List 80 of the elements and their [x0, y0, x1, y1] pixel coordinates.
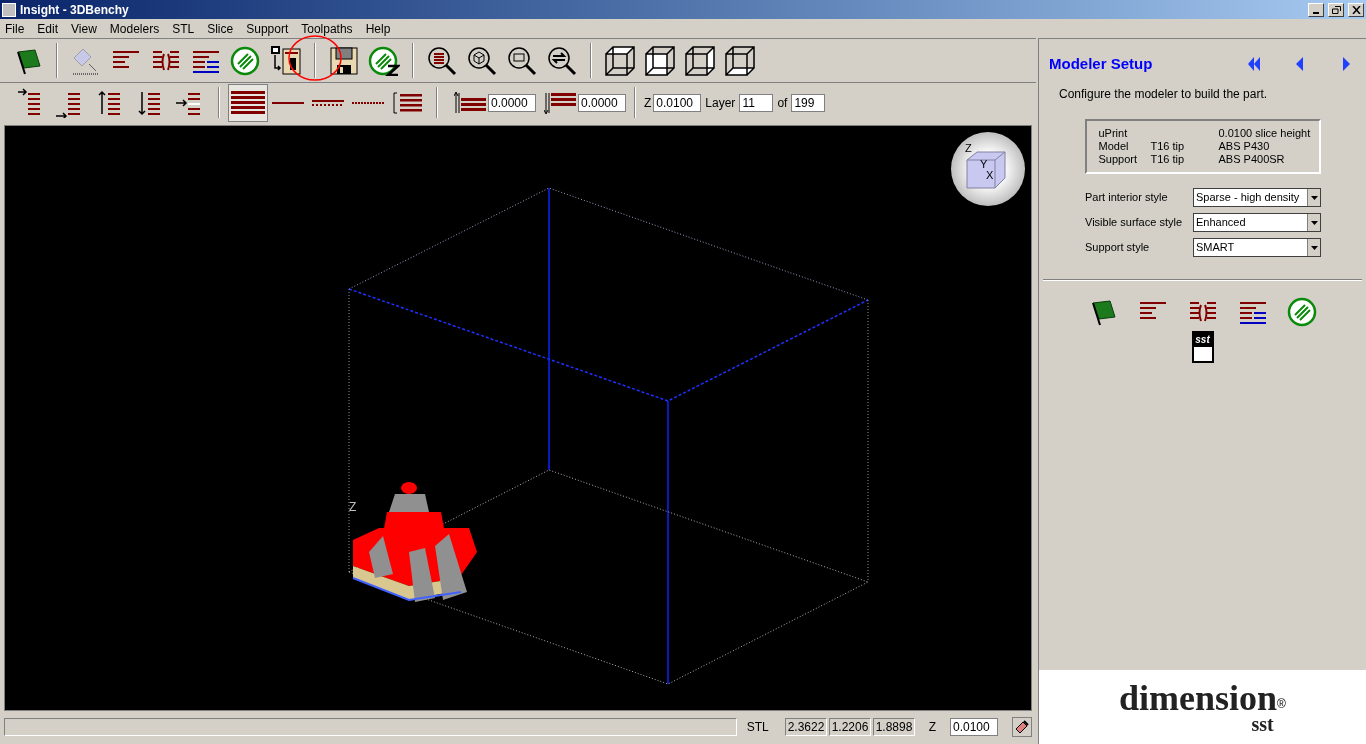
logo-subtitle: sst	[1251, 715, 1274, 733]
setting-label: Support style	[1085, 240, 1151, 256]
dropdown-arrow-icon	[1310, 220, 1318, 225]
stl-label: STL	[746, 719, 769, 736]
info-text: Model	[1098, 140, 1130, 153]
info-text: 0.0100 slice height	[1218, 127, 1311, 140]
cube-icon	[965, 150, 1007, 190]
layer-lines-icon	[1237, 299, 1268, 325]
info-text: ABS P400SR	[1218, 153, 1286, 166]
pencil-eraser-icon	[1014, 719, 1030, 735]
menu-item[interactable]: STL	[172, 19, 195, 38]
cube-view-icon	[723, 43, 757, 78]
z-label: Z	[644, 94, 652, 112]
dotted-line-icon	[352, 99, 384, 106]
number-field[interactable]: 0.0000	[488, 93, 536, 112]
minimize-button[interactable]	[1308, 2, 1324, 17]
menu-item[interactable]: Edit	[37, 19, 59, 38]
view-cube[interactable]: Z Y X	[951, 132, 1025, 206]
cube-view-icon	[603, 43, 637, 78]
info-text: uPrint	[1098, 127, 1129, 140]
number-field[interactable]: 0.0000	[578, 93, 626, 112]
restore-icon	[1331, 5, 1341, 14]
menu-item[interactable]: Slice	[207, 19, 234, 38]
menu-item[interactable]: Modelers	[109, 19, 160, 38]
zoom-icon	[426, 44, 458, 77]
layer-label: Layer	[705, 94, 736, 112]
of-label: of	[777, 94, 788, 112]
close-icon	[1351, 5, 1361, 14]
number-field[interactable]: 0.0100	[950, 718, 998, 736]
registered-mark: ®	[1277, 697, 1286, 713]
bracket-lines-icon	[392, 89, 424, 116]
computer-to-printer-icon	[269, 43, 303, 78]
info-text: Support	[1098, 153, 1139, 166]
coordinate-readout: 2.3622	[784, 718, 827, 736]
cube-view-icon	[683, 43, 717, 78]
layer-style-button[interactable]	[228, 83, 268, 122]
minimize-icon	[1313, 11, 1319, 14]
hatch-circle-icon	[230, 45, 262, 76]
setting-label: Part interior style	[1085, 190, 1169, 206]
setting-dropdown[interactable]: SMART	[1193, 238, 1321, 257]
menu-item[interactable]: View	[71, 19, 97, 38]
cube-view-icon	[643, 43, 677, 78]
z-label: Z	[928, 719, 936, 736]
dropdown-arrow-icon	[1310, 195, 1318, 200]
menu-item[interactable]: Toolpaths	[301, 19, 353, 38]
number-field[interactable]: 11	[739, 93, 774, 112]
info-text: T16 tip	[1150, 140, 1186, 153]
menu-item[interactable]: File	[5, 19, 25, 38]
restore-button[interactable]	[1328, 2, 1344, 17]
panel-title: Modeler Setup	[1049, 53, 1153, 74]
close-button[interactable]	[1348, 2, 1364, 17]
setting-label: Visible surface style	[1085, 215, 1183, 231]
info-text: ABS P430	[1218, 140, 1271, 153]
info-text: T16 tip	[1150, 153, 1186, 166]
z-axis-label: Z	[349, 499, 357, 516]
upper-offset-icon	[454, 90, 488, 115]
hatch-circle-icon	[368, 45, 400, 76]
3d-viewport[interactable]: Z Z Y X	[4, 125, 1032, 711]
panel-description: Configure the modeler to build the part.	[1059, 86, 1269, 103]
sst-button[interactable]: sst	[1191, 331, 1214, 363]
setting-dropdown[interactable]: Enhanced	[1193, 213, 1321, 232]
number-field[interactable]: 199	[791, 93, 826, 112]
number-field[interactable]: 0.0100	[653, 93, 702, 112]
menu-item[interactable]: Help	[365, 19, 391, 38]
hatch-circle-icon	[1286, 297, 1319, 327]
setting-dropdown[interactable]: Sparse - high density	[1193, 188, 1321, 207]
lower-offset-icon	[544, 90, 578, 115]
dropdown-arrow-icon	[1310, 245, 1318, 250]
tool-button[interactable]	[1012, 717, 1032, 737]
logo-wordmark: dimension	[1119, 681, 1278, 715]
coordinate-readout: 1.2206	[828, 718, 871, 736]
app-icon	[2, 2, 16, 17]
coordinate-readout: 1.8898	[872, 718, 915, 736]
menu-item[interactable]: Support	[246, 19, 289, 38]
first-arrow-icon	[1246, 56, 1262, 72]
zoom-icon	[506, 44, 538, 77]
dashed-line-icon	[312, 98, 344, 107]
zoom-icon	[546, 44, 578, 77]
zoom-icon	[466, 44, 498, 77]
window-title: Insight - 3DBenchy	[20, 1, 129, 19]
